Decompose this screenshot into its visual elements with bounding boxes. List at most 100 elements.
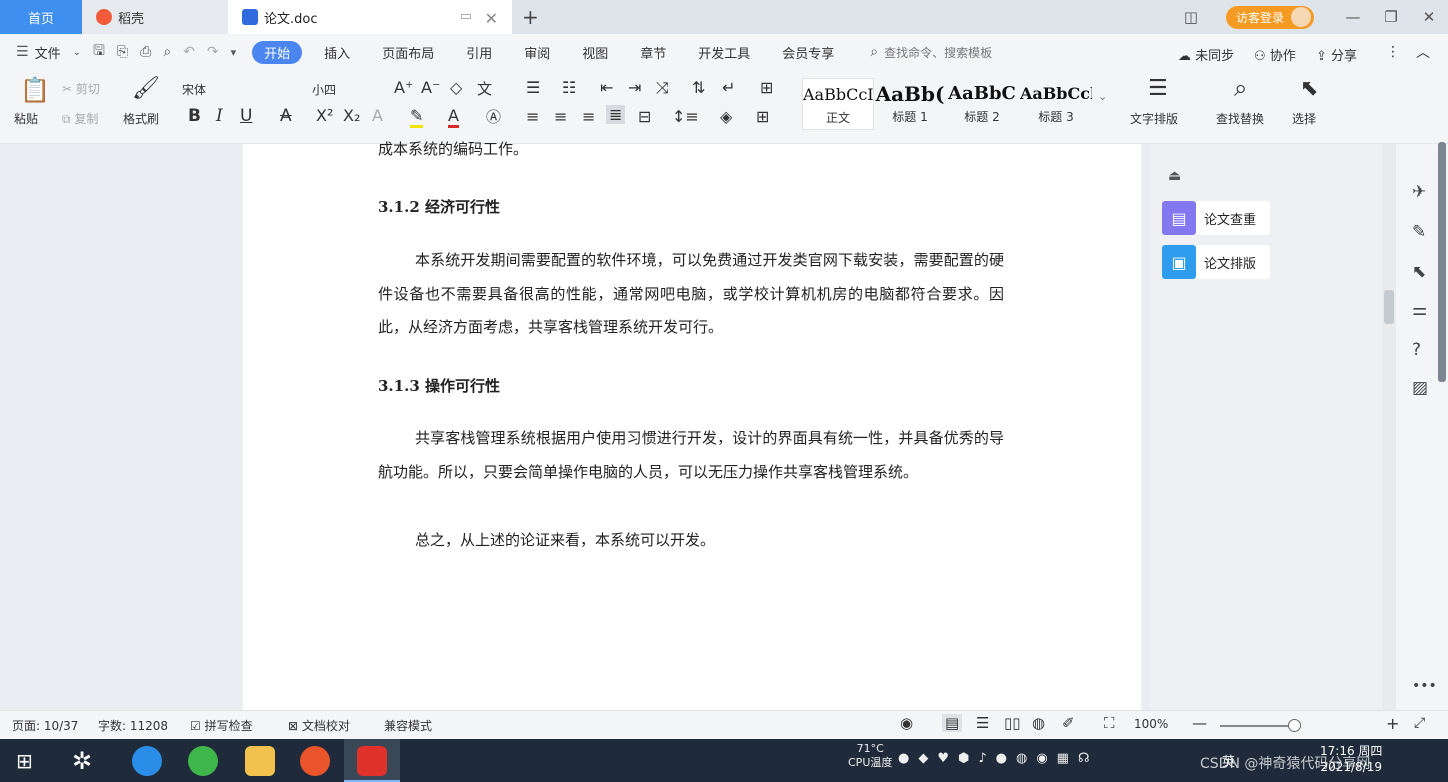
menu-page-layout[interactable]: 页面布局 <box>372 43 444 62</box>
text-effect-icon[interactable]: A <box>372 106 383 125</box>
phonetic-guide-icon[interactable]: 文 <box>477 78 492 99</box>
fit-page-icon[interactable]: ⛶ <box>1104 714 1115 732</box>
menu-member[interactable]: 会员专享 <box>772 43 844 62</box>
menu-references[interactable]: 引用 <box>456 43 502 62</box>
numbered-list-icon[interactable]: ☷ <box>562 78 576 97</box>
menu-developer[interactable]: 开发工具 <box>688 43 760 62</box>
menu-review[interactable]: 审阅 <box>514 43 560 62</box>
file-explorer-icon[interactable] <box>245 746 275 776</box>
font-family-select[interactable]: 宋体 <box>182 81 297 98</box>
zoom-slider[interactable] <box>1220 725 1296 727</box>
menu-view[interactable]: 视图 <box>572 43 618 62</box>
page-view-icon[interactable]: ▤ <box>942 714 963 732</box>
sort-icon[interactable]: ⇅ <box>692 78 705 97</box>
select-button[interactable]: 选择 <box>1292 110 1316 127</box>
rocket-icon[interactable]: ✈ <box>1412 182 1426 202</box>
customize-icon[interactable]: ▾ <box>231 46 237 59</box>
more-tools-icon[interactable]: ••• <box>1412 678 1437 694</box>
paper-layout-button[interactable]: ▣ 论文排版 <box>1162 245 1270 279</box>
close-window-icon[interactable]: ✕ <box>1410 8 1448 26</box>
align-center-icon[interactable]: ≡ <box>554 107 567 126</box>
superscript-icon[interactable]: X² <box>316 106 333 125</box>
layout-icon[interactable]: ◫ <box>1172 8 1210 26</box>
italic-icon[interactable]: I <box>216 106 223 126</box>
save-icon[interactable]: 🖫 <box>93 40 105 64</box>
collapse-ribbon-icon[interactable]: ︿ <box>1416 42 1430 62</box>
adjust-icon[interactable]: ⚌ <box>1412 300 1427 320</box>
undo-icon[interactable]: ↶ <box>183 44 195 60</box>
format-painter-icon[interactable]: 🖌 <box>132 76 160 101</box>
spell-check-button[interactable]: ☑ 拼写检查 <box>190 717 253 734</box>
increase-indent-icon[interactable]: ⇥ <box>628 78 641 97</box>
more-icon[interactable]: ⋮ <box>1386 44 1400 60</box>
redo-icon[interactable]: ↷ <box>207 44 219 60</box>
page-indicator[interactable]: 页面: 10/37 <box>12 717 78 734</box>
help-icon[interactable]: ? <box>1412 340 1421 360</box>
image-icon[interactable]: ▨ <box>1412 378 1428 398</box>
zoom-slider-handle[interactable] <box>1288 719 1301 732</box>
table-grid-icon[interactable]: ⊞ <box>760 78 773 97</box>
print-icon[interactable]: ⎙ <box>140 44 151 60</box>
pinwheel-app-icon[interactable]: ✲ <box>72 747 92 775</box>
scrollbar-thumb[interactable] <box>1384 290 1394 324</box>
proofread-button[interactable]: ⊠ 文档校对 <box>288 717 350 734</box>
print-preview-icon[interactable]: ⌕ <box>163 44 171 60</box>
show-marks-icon[interactable]: ↵ <box>722 78 735 97</box>
write-view-icon[interactable]: ✐ <box>1062 714 1075 732</box>
strikethrough-icon[interactable]: A <box>280 106 292 126</box>
zoom-out-icon[interactable]: — <box>1192 714 1207 732</box>
bullet-list-icon[interactable]: ☰ <box>526 78 540 97</box>
borders-icon[interactable]: ⊞ <box>756 107 769 126</box>
style-heading-2[interactable]: AaBbC 标题 2 <box>946 78 1018 130</box>
maximize-icon[interactable]: ❐ <box>1372 8 1410 26</box>
decrease-indent-icon[interactable]: ⇤ <box>600 78 613 97</box>
fullscreen-icon[interactable]: ⤢ <box>1414 715 1425 731</box>
command-search-input[interactable]: 查找命令、搜索模板 <box>884 44 992 61</box>
chinese-layout-icon[interactable]: ⤨ <box>656 78 669 98</box>
find-replace-button[interactable]: 查找替换 <box>1216 110 1264 127</box>
underline-icon[interactable]: U <box>240 106 252 126</box>
windows-start-icon[interactable]: ⊞ <box>16 749 33 773</box>
collab-button[interactable]: ⚇ 协作 <box>1254 45 1296 64</box>
format-painter-button[interactable]: 格式刷 <box>123 110 159 127</box>
media-app-icon[interactable] <box>300 746 330 776</box>
ime-indicator[interactable]: 英 <box>1222 751 1235 770</box>
copy-button[interactable]: ⧉ 复制 <box>62 110 98 127</box>
justify-icon[interactable]: ≣ <box>606 105 626 124</box>
menu-home[interactable]: 开始 <box>252 40 303 64</box>
word-count[interactable]: 字数: 11208 <box>98 717 168 734</box>
menu-file[interactable]: 文件 <box>35 43 61 62</box>
zoom-in-icon[interactable]: + <box>1386 714 1399 733</box>
cursor-icon[interactable]: ⬉ <box>1412 262 1426 282</box>
paste-icon[interactable]: 📋 <box>20 76 50 104</box>
reading-view-icon[interactable]: ▯▯ <box>1004 714 1021 732</box>
tab-document[interactable]: 论文.doc ▭ ✕ <box>228 0 512 34</box>
pen-icon[interactable]: ✎ <box>1412 222 1426 242</box>
tab-restore-icon[interactable]: ▭ <box>460 9 472 24</box>
collapse-pane-icon[interactable]: ⏏ <box>1168 168 1181 184</box>
tab-daoke[interactable]: 稻壳 <box>82 0 228 34</box>
export-icon[interactable]: ⎘ <box>117 44 128 60</box>
char-border-icon[interactable]: Ⓐ <box>486 106 501 127</box>
menu-chapter[interactable]: 章节 <box>630 43 676 62</box>
paste-button[interactable]: 粘贴 <box>14 110 38 127</box>
subscript-icon[interactable]: X₂ <box>343 106 360 125</box>
align-right-icon[interactable]: ≡ <box>582 107 595 126</box>
clear-format-icon[interactable]: ◇ <box>450 78 462 97</box>
tray-app-icons[interactable]: ●◆♥⬢♪●◍◉▦☊ <box>898 751 1099 766</box>
highlight-icon[interactable]: ✎ <box>410 106 424 128</box>
web-view-icon[interactable]: ◍ <box>1032 714 1045 732</box>
line-spacing-icon[interactable]: ↕≡ <box>672 107 699 126</box>
bold-icon[interactable]: B <box>188 106 201 126</box>
grow-font-icon[interactable]: A⁺ <box>394 78 413 97</box>
shrink-font-icon[interactable]: A⁻ <box>421 78 440 97</box>
font-size-select[interactable]: 小四 <box>312 81 336 98</box>
paper-check-button[interactable]: ▤ 论文查重 <box>1162 201 1270 235</box>
close-tab-icon[interactable]: ✕ <box>485 9 498 28</box>
share-button[interactable]: ⇪ 分享 <box>1316 45 1357 64</box>
align-left-icon[interactable]: ≡ <box>526 107 539 126</box>
vertical-scrollbar[interactable] <box>1382 144 1396 710</box>
style-heading-1[interactable]: AaBb( 标题 1 <box>874 78 946 130</box>
style-heading-3[interactable]: AaBbCcl 标题 3 <box>1020 78 1092 130</box>
shading-icon[interactable]: ◈ <box>720 107 732 126</box>
